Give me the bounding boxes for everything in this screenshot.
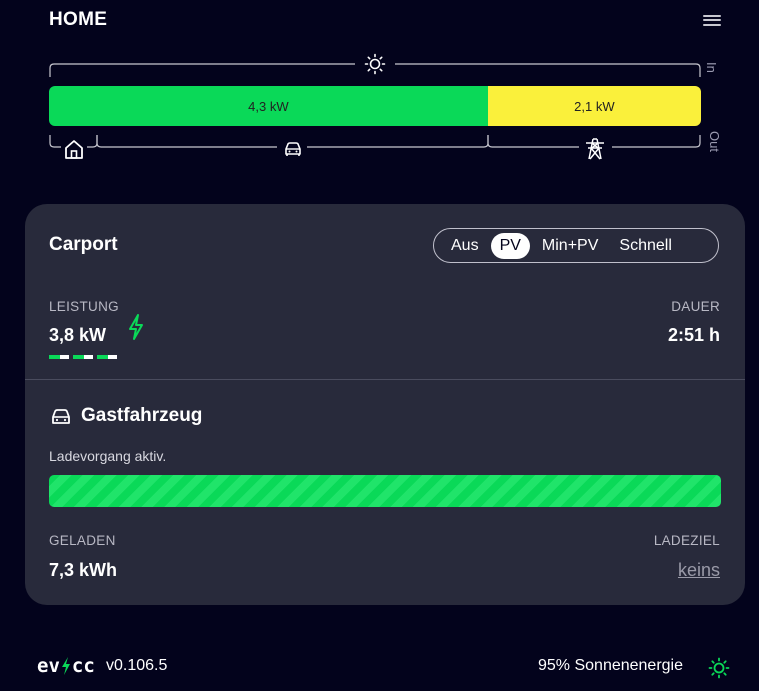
mode-button-aus[interactable]: Aus: [442, 233, 488, 259]
target-value-link[interactable]: keins: [678, 560, 720, 581]
car-icon: [285, 142, 301, 156]
solar-sun-icon: [708, 657, 730, 679]
mode-button-minpv[interactable]: Min+PV: [533, 233, 607, 259]
loadpoint-title: Carport: [49, 234, 118, 255]
home-icon: [65, 140, 83, 159]
charging-progress-bar: [49, 475, 721, 507]
charged-label: Geladen: [49, 533, 116, 548]
duration-value: 2:51 h: [667, 325, 720, 345]
sun-icon: [364, 53, 386, 75]
power-label: Leistung: [49, 299, 119, 314]
mode-button-pv[interactable]: PV: [490, 232, 530, 259]
energy-bar: 4,3 kW 2,1 kW: [49, 86, 701, 126]
energy-in-label: In: [704, 62, 719, 73]
energy-out-label: Out: [707, 131, 722, 152]
charged-value: 7,3 kWh: [49, 560, 118, 580]
phase-1: [49, 355, 69, 359]
charging-status: Ladevorgang aktiv.: [49, 448, 167, 464]
evcc-logo[interactable]: ev cc: [37, 655, 95, 677]
vehicle-car-icon: [52, 409, 70, 424]
energy-bar-pv-segment: 4,3 kW: [49, 86, 488, 126]
mode-button-schnell[interactable]: Schnell: [610, 233, 680, 259]
card-divider: [25, 379, 745, 380]
duration-label: Dauer: [671, 299, 720, 314]
solar-percentage[interactable]: 95% Sonnenenergie: [538, 657, 683, 675]
app-version[interactable]: v0.106.5: [106, 657, 167, 675]
target-label: Ladeziel: [653, 533, 720, 548]
hamburger-menu-icon[interactable]: [703, 12, 721, 28]
phase-3: [97, 355, 117, 359]
vehicle-name: Gastfahrzeug: [81, 405, 203, 426]
mode-selector: Aus PV Min+PV Schnell: [433, 228, 719, 263]
phase-indicator: [49, 355, 117, 359]
charging-bolt-icon: [129, 314, 143, 340]
energy-bar-grid-segment: 2,1 kW: [487, 86, 701, 126]
charging-progress-fill: [49, 475, 721, 507]
phase-2: [73, 355, 93, 359]
power-value: 3,8 kW: [49, 325, 107, 345]
grid-tower-icon: [586, 138, 604, 160]
logo-bolt-icon: [61, 657, 70, 675]
page-title: HOME: [49, 9, 108, 30]
